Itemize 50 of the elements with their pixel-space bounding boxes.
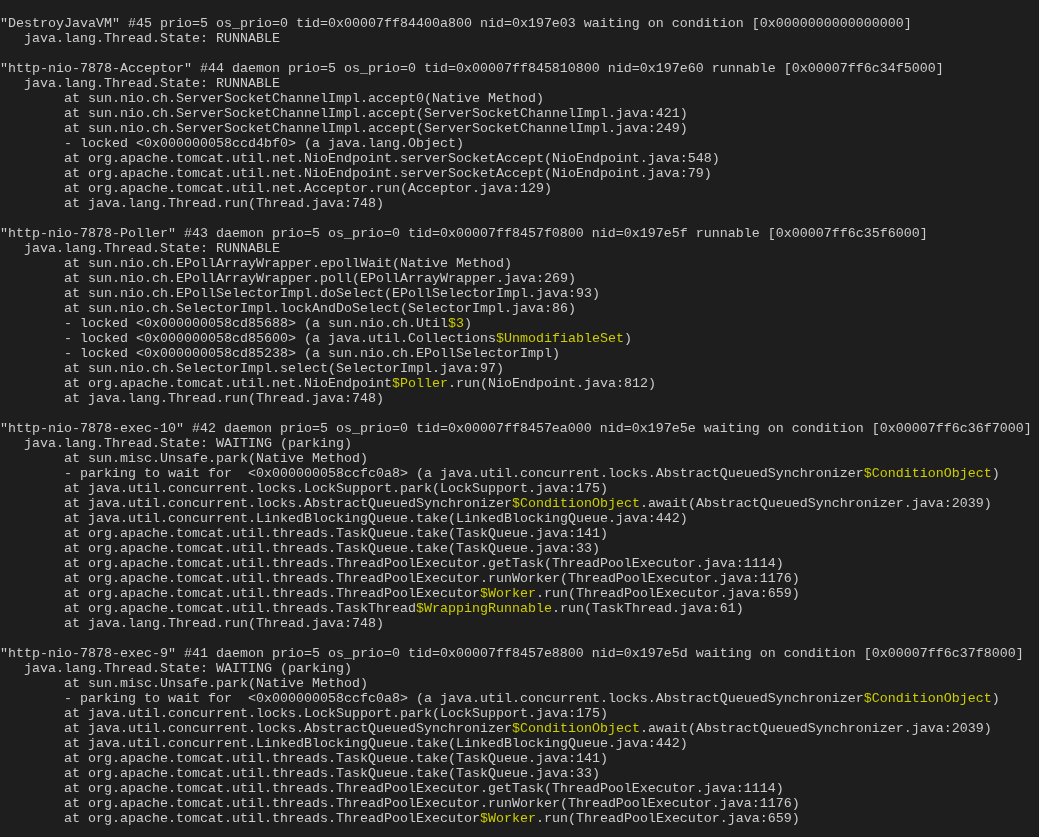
thread-header-line: "http-nio-7878-exec-9" #41 daemon prio=5 os_prio=0 tid=0x00007ff8457e8800 nid=0x197e5d waiting on condition [0x00007ff6c37f8000] <box>0 646 1024 661</box>
thread-header-line: "http-nio-7878-Poller" #43 daemon prio=5 os_prio=0 tid=0x00007ff8457f0800 nid=0x197e5f runnable [0x00007ff6c35f6000] <box>0 226 928 241</box>
stack-frame-line: at java.util.concurrent.LinkedBlockingQueue.take(LinkedBlockingQueue.java:442) <box>63 736 688 751</box>
stack-frame-line: at org.apache.tomcat.util.threads.ThreadPoolExecutor.runWorker(ThreadPoolExecutor.java:1176) <box>63 571 800 586</box>
thread-header-line: "DestroyJavaVM" #45 prio=5 os_prio=0 tid=0x00007ff84400a800 nid=0x197e03 waiting on condition [0x0000000000000000] <box>0 16 912 31</box>
stack-frame-line: at sun.nio.ch.EPollSelectorImpl.doSelect(EPollSelectorImpl.java:93) <box>63 286 600 301</box>
stack-frame-line: at sun.nio.ch.SelectorImpl.lockAndDoSelect(SelectorImpl.java:86) <box>63 301 576 316</box>
stack-frame-line: at org.apache.tomcat.util.threads.ThreadPoolExecutor$Worker.run(ThreadPoolExecutor.java:659) <box>63 811 800 826</box>
stack-frame-line: - locked <0x000000058cd85688> (a sun.nio.ch.Util$3) <box>63 316 472 331</box>
stack-frame-line: at org.apache.tomcat.util.threads.ThreadPoolExecutor.getTask(ThreadPoolExecutor.java:1114) <box>63 556 784 571</box>
stack-frame-line: - parking to wait for <0x000000058ccfc0a8> (a java.util.concurrent.locks.AbstractQueuedSynchronizer$ConditionObject) <box>63 466 1000 481</box>
stack-frame-line: - parking to wait for <0x000000058ccfc0a8> (a java.util.concurrent.locks.AbstractQueuedSynchronizer$ConditionObject) <box>63 691 1000 706</box>
stack-frame-line: at org.apache.tomcat.util.threads.TaskQueue.take(TaskQueue.java:33) <box>63 766 600 781</box>
stack-frame-line: at java.lang.Thread.run(Thread.java:748) <box>63 391 384 406</box>
thread-header-line: "http-nio-7878-exec-10" #42 daemon prio=5 os_prio=0 tid=0x00007ff8457ea000 nid=0x197e5e waiting on condition [0x00007ff6c36f7000] <box>0 421 1032 436</box>
thread-header-line: "http-nio-7878-Acceptor" #44 daemon prio=5 os_prio=0 tid=0x00007ff845810800 nid=0x197e60 runnable [0x00007ff6c34f5000] <box>0 61 944 76</box>
stack-frame-line: at sun.nio.ch.EPollArrayWrapper.epollWait(Native Method) <box>63 256 512 271</box>
stack-frame-line: at org.apache.tomcat.util.threads.ThreadPoolExecutor.getTask(ThreadPoolExecutor.java:1114) <box>63 781 784 796</box>
stack-frame-line: at org.apache.tomcat.util.net.Acceptor.run(Acceptor.java:129) <box>63 181 552 196</box>
stack-frame-line: at sun.nio.ch.ServerSocketChannelImpl.accept(ServerSocketChannelImpl.java:421) <box>63 106 688 121</box>
stack-frame-line: - locked <0x000000058ccd4bf0> (a java.lang.Object) <box>63 136 464 151</box>
stack-frame-line: at sun.nio.ch.ServerSocketChannelImpl.accept(ServerSocketChannelImpl.java:249) <box>63 121 688 136</box>
stack-frame-line: at sun.nio.ch.SelectorImpl.select(SelectorImpl.java:97) <box>63 361 504 376</box>
thread-state-line: java.lang.Thread.State: RUNNABLE <box>23 241 280 256</box>
thread-state-line: java.lang.Thread.State: RUNNABLE <box>23 31 280 46</box>
stack-frame-line: at org.apache.tomcat.util.net.NioEndpoint.serverSocketAccept(NioEndpoint.java:79) <box>63 166 712 181</box>
thread-state-line: java.lang.Thread.State: WAITING (parking) <box>23 661 352 676</box>
stack-frame-line: at org.apache.tomcat.util.threads.TaskThread$WrappingRunnable.run(TaskThread.java:61) <box>63 601 744 616</box>
stack-frame-line: at java.util.concurrent.locks.AbstractQueuedSynchronizer$ConditionObject.await(AbstractQueuedSynchronizer.java:2039) <box>63 721 992 736</box>
stack-frame-line: at org.apache.tomcat.util.threads.TaskQueue.take(TaskQueue.java:33) <box>63 541 600 556</box>
thread-state-line: java.lang.Thread.State: RUNNABLE <box>23 76 280 91</box>
stack-frame-line: at sun.misc.Unsafe.park(Native Method) <box>63 451 368 466</box>
stack-frame-line: at java.lang.Thread.run(Thread.java:748) <box>63 196 384 211</box>
stack-frame-line: - locked <0x000000058cd85600> (a java.util.Collections$UnmodifiableSet) <box>63 331 632 346</box>
stack-frame-line: at org.apache.tomcat.util.net.NioEndpoint.serverSocketAccept(NioEndpoint.java:548) <box>63 151 720 166</box>
stack-frame-line: at org.apache.tomcat.util.threads.TaskQueue.take(TaskQueue.java:141) <box>63 526 608 541</box>
stack-frame-line: at java.util.concurrent.locks.AbstractQueuedSynchronizer$ConditionObject.await(AbstractQueuedSynchronizer.java:2039) <box>63 496 992 511</box>
stack-frame-line: at sun.nio.ch.EPollArrayWrapper.poll(EPollArrayWrapper.java:269) <box>63 271 576 286</box>
stack-frame-line: at java.util.concurrent.locks.LockSupport.park(LockSupport.java:175) <box>63 481 608 496</box>
stack-frame-line: at java.util.concurrent.locks.LockSupport.park(LockSupport.java:175) <box>63 706 608 721</box>
stack-frame-line: at org.apache.tomcat.util.threads.TaskQueue.take(TaskQueue.java:141) <box>63 751 608 766</box>
stack-frame-line: at org.apache.tomcat.util.threads.ThreadPoolExecutor$Worker.run(ThreadPoolExecutor.java:659) <box>63 586 800 601</box>
stack-frame-line: at sun.nio.ch.ServerSocketChannelImpl.accept0(Native Method) <box>63 91 544 106</box>
stack-frame-line: - locked <0x000000058cd85238> (a sun.nio.ch.EPollSelectorImpl) <box>63 346 560 361</box>
thread-state-line: java.lang.Thread.State: WAITING (parking) <box>23 436 352 451</box>
stack-frame-line: at java.lang.Thread.run(Thread.java:748) <box>63 616 384 631</box>
stack-frame-line: at sun.misc.Unsafe.park(Native Method) <box>63 676 368 691</box>
stack-frame-line: at org.apache.tomcat.util.threads.ThreadPoolExecutor.runWorker(ThreadPoolExecutor.java:1176) <box>63 796 800 811</box>
stack-frame-line: at java.util.concurrent.LinkedBlockingQueue.take(LinkedBlockingQueue.java:442) <box>63 511 688 526</box>
stack-frame-line: at org.apache.tomcat.util.net.NioEndpoint$Poller.run(NioEndpoint.java:812) <box>63 376 656 391</box>
